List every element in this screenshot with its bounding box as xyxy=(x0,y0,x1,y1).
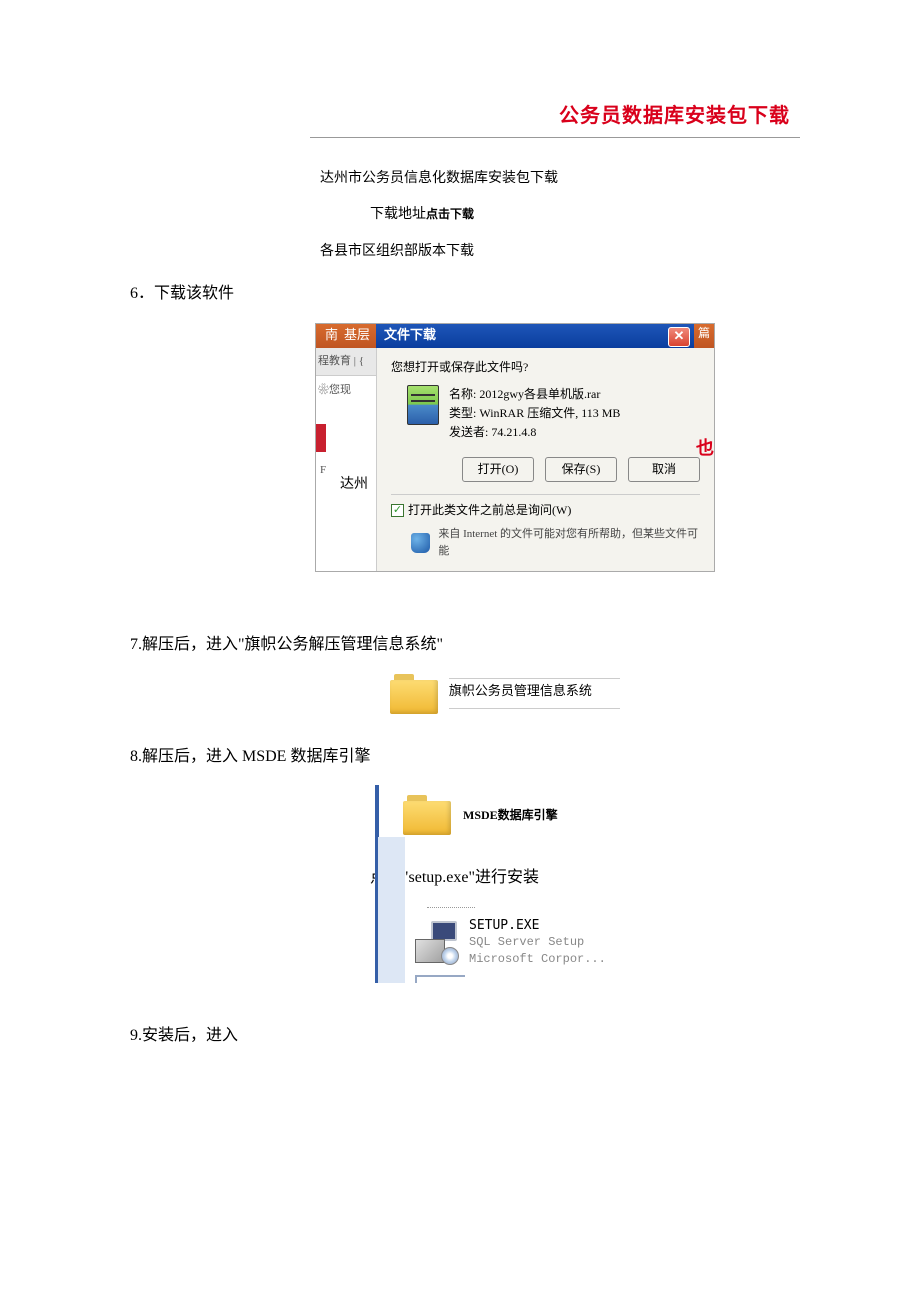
folder-block-qizhi[interactable]: 旗帜公务员管理信息系统 xyxy=(390,674,620,714)
cancel-button[interactable]: 取消 xyxy=(628,457,700,482)
meta-type-value: WinRAR 压缩文件, 113 MB xyxy=(479,406,620,420)
divider xyxy=(391,494,700,495)
dialog-main: 您想打开或保存此文件吗? 名称: 2012gwy各县单机版.rar 类型: Wi… xyxy=(376,348,714,571)
meta-type-label: 类型: xyxy=(449,406,476,420)
file-info-row: 名称: 2012gwy各县单机版.rar 类型: WinRAR 压缩文件, 11… xyxy=(407,385,700,443)
intro-line-2: 各县市区组织部版本下载 xyxy=(320,241,800,263)
step-8-heading: 8.解压后，进入 MSDE 数据库引擎 xyxy=(130,744,800,770)
setup-exe-block: SETUP.EXE SQL Server Setup Microsoft Cor… xyxy=(375,907,635,983)
folder-label: 旗帜公务员管理信息系统 xyxy=(449,678,620,709)
info-text: 来自 Internet 的文件可能对您有所帮助，但某些文件可能 xyxy=(438,526,700,561)
intro-line-1: 达州市公务员信息化数据库安装包下载 xyxy=(320,168,800,190)
setup-installer-icon xyxy=(415,921,457,963)
page-title: 公务员数据库安装包下载 xyxy=(310,100,800,138)
download-link[interactable]: 点击下载 xyxy=(426,207,474,221)
setup-item[interactable]: SETUP.EXE SQL Server Setup Microsoft Cor… xyxy=(415,909,635,967)
checkbox-label: 打开此类文件之前总是询问(W) xyxy=(408,501,571,520)
download-address-label: 下载地址 xyxy=(370,207,426,222)
folder-block-msde[interactable]: MSDE数据库引擎 xyxy=(375,785,605,845)
dialog-title-bar: 南 基层 文件下载 ✕ 篇 xyxy=(316,324,714,348)
meta-from-value: 74.21.4.8 xyxy=(491,425,536,439)
blue-vertical-bar xyxy=(375,837,405,983)
dialog-title: 文件下载 ✕ xyxy=(376,324,694,348)
bg-left-nav: 程教育 | { ❀您现 F 达州 xyxy=(316,348,376,571)
button-row: 打开(O) 保存(S) 取消 xyxy=(391,457,700,482)
step-9-heading: 9.安装后，进入 xyxy=(130,1023,800,1049)
intro-block: 达州市公务员信息化数据库安装包下载 下载地址点击下载 各县市区组织部版本下载 xyxy=(320,168,800,263)
step-7-heading: 7.解压后，进入"旗帜公务解压管理信息系统" xyxy=(130,632,800,658)
dialog-prompt: 您想打开或保存此文件吗? xyxy=(391,358,700,377)
rar-archive-icon xyxy=(407,385,439,425)
nav-red-bar xyxy=(316,424,326,452)
nav-text-1: 南 xyxy=(325,325,338,346)
step-8b-text: 点击"setup.exe"进行安装 xyxy=(370,865,800,891)
folder-label: MSDE数据库引擎 xyxy=(463,807,558,824)
setup-desc-2: Microsoft Corpor... xyxy=(469,951,606,967)
meta-from-label: 发送者: xyxy=(449,425,488,439)
open-button[interactable]: 打开(O) xyxy=(462,457,534,482)
dialog-title-text: 文件下载 xyxy=(384,325,436,346)
folder-icon xyxy=(403,795,451,835)
nav-sub-text: 程教育 | { xyxy=(316,348,376,377)
file-meta: 名称: 2012gwy各县单机版.rar 类型: WinRAR 压缩文件, 11… xyxy=(449,385,620,443)
nav-text-2: 基层 xyxy=(344,325,370,346)
header-region: 公务员数据库安装包下载 xyxy=(310,100,800,138)
corner-decoration xyxy=(415,975,465,983)
shield-icon xyxy=(411,533,430,553)
checkbox-row: ✓ 打开此类文件之前总是询问(W) xyxy=(391,501,700,520)
dialog-body: 程教育 | { ❀您现 F 达州 您想打开或保存此文件吗? 名称: 2012gw… xyxy=(316,348,714,571)
close-icon[interactable]: ✕ xyxy=(668,327,690,347)
partial-red-text: 也 xyxy=(696,434,714,463)
step-6-heading: 6．下载该软件 xyxy=(130,281,800,307)
bg-right-strip: 篇 xyxy=(694,324,714,348)
save-button[interactable]: 保存(S) xyxy=(545,457,617,482)
folder-icon xyxy=(390,674,437,714)
bg-nav-header: 南 基层 xyxy=(316,324,376,348)
setup-filename: SETUP.EXE xyxy=(469,917,606,935)
download-line: 下载地址点击下载 xyxy=(370,204,800,226)
nav-dazhou: 达州 xyxy=(340,474,376,496)
meta-name-value: 2012gwy各县单机版.rar xyxy=(479,387,600,401)
top-dash-border xyxy=(427,907,475,908)
info-row: 来自 Internet 的文件可能对您有所帮助，但某些文件可能 xyxy=(411,526,700,561)
setup-meta: SETUP.EXE SQL Server Setup Microsoft Cor… xyxy=(469,917,606,967)
nav-note: ❀您现 xyxy=(316,376,376,406)
always-ask-checkbox[interactable]: ✓ xyxy=(391,504,404,517)
file-download-dialog: 南 基层 文件下载 ✕ 篇 程教育 | { ❀您现 F 达州 您想打开或保存此文… xyxy=(315,323,715,572)
meta-name-label: 名称: xyxy=(449,387,476,401)
setup-desc-1: SQL Server Setup xyxy=(469,934,606,950)
